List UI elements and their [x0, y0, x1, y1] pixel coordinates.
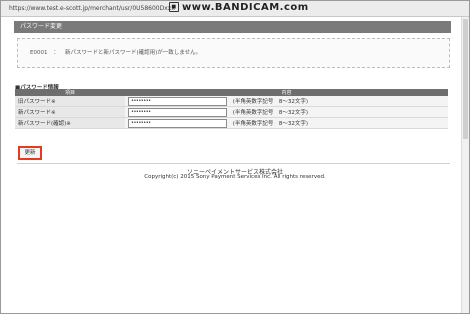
scrollbar-thumb[interactable] — [463, 19, 468, 139]
error-separator: ： — [53, 50, 59, 56]
error-message: E0001 ： 新パスワードと新パスワード(確認用)が一致しません。 — [30, 48, 201, 56]
recorder-watermark: ■ www.BANDICAM.com — [169, 0, 309, 15]
old-password-cell: •••••••• (半角英数字記号 8〜32文字) — [125, 96, 448, 107]
column-header-item: 項目 — [15, 89, 125, 96]
confirm-password-hint: (半角英数字記号 8〜32文字) — [232, 120, 309, 127]
watermark-text: www.BANDICAM.com — [182, 2, 309, 13]
update-button[interactable]: 更新 — [18, 146, 42, 160]
old-password-label: 旧パスワード※ — [15, 96, 125, 107]
column-header-content: 内容 — [125, 89, 448, 96]
new-password-label: 新パスワード※ — [15, 106, 125, 118]
vertical-scrollbar[interactable] — [461, 17, 469, 313]
table-header-row: 項目 内容 — [15, 89, 448, 96]
error-text: 新パスワードと新パスワード(確認用)が一致しません。 — [65, 50, 202, 56]
browser-window: https://www.test.e-scott.jp/merchant/usr… — [0, 0, 470, 314]
confirm-password-label: 新パスワード(確認)※ — [15, 117, 125, 129]
table-row: 新パスワード※ •••••••• (半角英数字記号 8〜32文字) — [15, 106, 448, 118]
title-bar: https://www.test.e-scott.jp/merchant/usr… — [1, 1, 469, 17]
old-password-input[interactable]: •••••••• — [128, 96, 227, 106]
old-password-hint: (半角英数字記号 8〜32文字) — [232, 98, 309, 105]
new-password-input[interactable]: •••••••• — [128, 107, 227, 117]
section-title: パスワード変更 — [14, 21, 451, 33]
confirm-password-cell: •••••••• (半角英数字記号 8〜32文字) — [125, 117, 448, 129]
table-row: 新パスワード(確認)※ •••••••• (半角英数字記号 8〜32文字) — [15, 117, 448, 129]
table-row: 旧パスワード※ •••••••• (半角英数字記号 8〜32文字) — [15, 96, 448, 107]
error-message-box: E0001 ： 新パスワードと新パスワード(確認用)が一致しません。 — [17, 38, 450, 68]
page-content: パスワード変更 E0001 ： 新パスワードと新パスワード(確認用)が一致しません。… — [9, 17, 461, 311]
confirm-password-input[interactable]: •••••••• — [128, 118, 227, 128]
password-form-table: 項目 内容 旧パスワード※ •••••••• (半角英数字記号 8〜32文字) … — [15, 89, 448, 129]
footer-divider — [17, 163, 450, 164]
footer-copyright: Copyright(c) 2015 Sony Payment Services … — [144, 174, 326, 180]
error-code: E0001 — [30, 50, 48, 56]
url-text: https://www.test.e-scott.jp/merchant/usr… — [9, 5, 175, 12]
record-icon: ■ — [169, 2, 179, 12]
new-password-hint: (半角英数字記号 8〜32文字) — [232, 109, 309, 116]
new-password-cell: •••••••• (半角英数字記号 8〜32文字) — [125, 106, 448, 118]
